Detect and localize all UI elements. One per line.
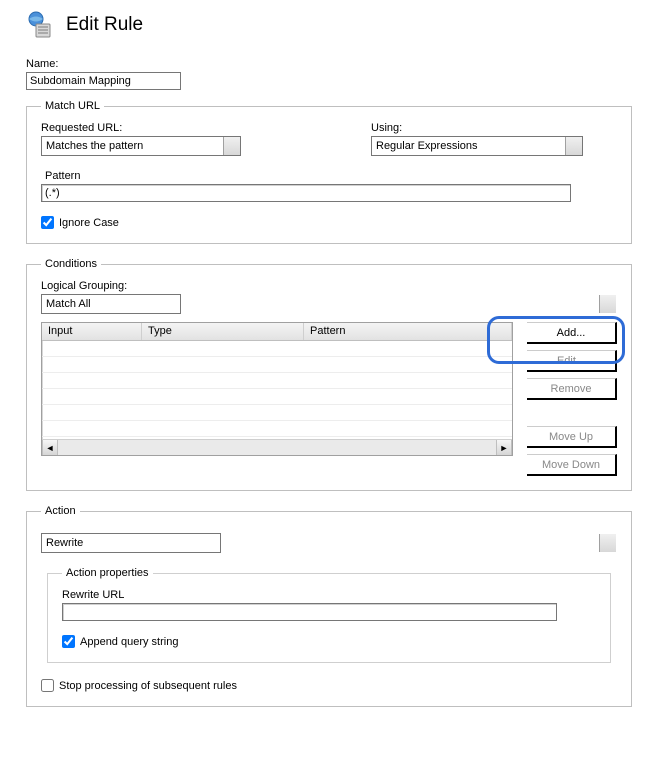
ignore-case-label: Ignore Case	[59, 217, 119, 229]
col-type[interactable]: Type	[142, 323, 304, 340]
stop-processing-checkbox[interactable]	[41, 679, 54, 692]
logical-grouping-select[interactable]: Match All	[41, 294, 181, 314]
horizontal-scrollbar[interactable]: ◄ ►	[42, 439, 512, 455]
table-header: Input Type Pattern	[42, 323, 512, 341]
scroll-right-icon[interactable]: ►	[496, 440, 512, 455]
action-type-select[interactable]: Rewrite	[41, 533, 221, 553]
rewrite-url-input[interactable]	[62, 603, 557, 621]
col-input[interactable]: Input	[42, 323, 142, 340]
conditions-table[interactable]: Input Type Pattern ◄ ►	[41, 322, 513, 456]
conditions-legend: Conditions	[41, 258, 101, 270]
table-row	[42, 341, 512, 357]
conditions-group: Conditions Logical Grouping: Match All I…	[26, 258, 632, 491]
table-row	[42, 357, 512, 373]
chevron-down-icon	[604, 540, 612, 544]
add-button[interactable]: Add...	[527, 322, 617, 344]
server-globe-icon	[26, 10, 56, 40]
logical-grouping-label: Logical Grouping:	[41, 280, 617, 292]
append-query-checkbox[interactable]	[62, 635, 75, 648]
edit-button[interactable]: Edit...	[527, 350, 617, 372]
requested-url-select[interactable]: Matches the pattern	[41, 136, 241, 156]
page-header: Edit Rule	[26, 10, 638, 40]
name-label: Name:	[26, 58, 638, 70]
remove-button[interactable]: Remove	[527, 378, 617, 400]
move-down-button[interactable]: Move Down	[527, 454, 617, 476]
col-pattern[interactable]: Pattern	[304, 323, 512, 340]
table-row	[42, 389, 512, 405]
pattern-label: Pattern	[45, 170, 617, 182]
scroll-left-icon[interactable]: ◄	[42, 440, 58, 455]
pattern-input[interactable]	[41, 184, 571, 202]
rewrite-url-label: Rewrite URL	[62, 589, 596, 601]
chevron-down-icon	[604, 301, 612, 305]
stop-processing-label: Stop processing of subsequent rules	[59, 680, 237, 692]
move-up-button[interactable]: Move Up	[527, 426, 617, 448]
ignore-case-checkbox[interactable]	[41, 216, 54, 229]
table-body	[42, 341, 512, 437]
page-title: Edit Rule	[66, 14, 143, 36]
requested-url-label: Requested URL:	[41, 122, 241, 134]
table-row	[42, 421, 512, 437]
action-properties-group: Action properties Rewrite URL Append que…	[47, 567, 611, 663]
using-label: Using:	[371, 122, 583, 134]
action-properties-legend: Action properties	[62, 567, 153, 579]
using-select[interactable]: Regular Expressions	[371, 136, 583, 156]
match-url-group: Match URL Requested URL: Matches the pat…	[26, 100, 632, 244]
table-row	[42, 405, 512, 421]
append-query-label: Append query string	[80, 636, 178, 648]
action-legend: Action	[41, 505, 80, 517]
action-group: Action Rewrite Action properties Rewrite…	[26, 505, 632, 707]
name-input[interactable]	[26, 72, 181, 90]
match-url-legend: Match URL	[41, 100, 104, 112]
table-row	[42, 373, 512, 389]
